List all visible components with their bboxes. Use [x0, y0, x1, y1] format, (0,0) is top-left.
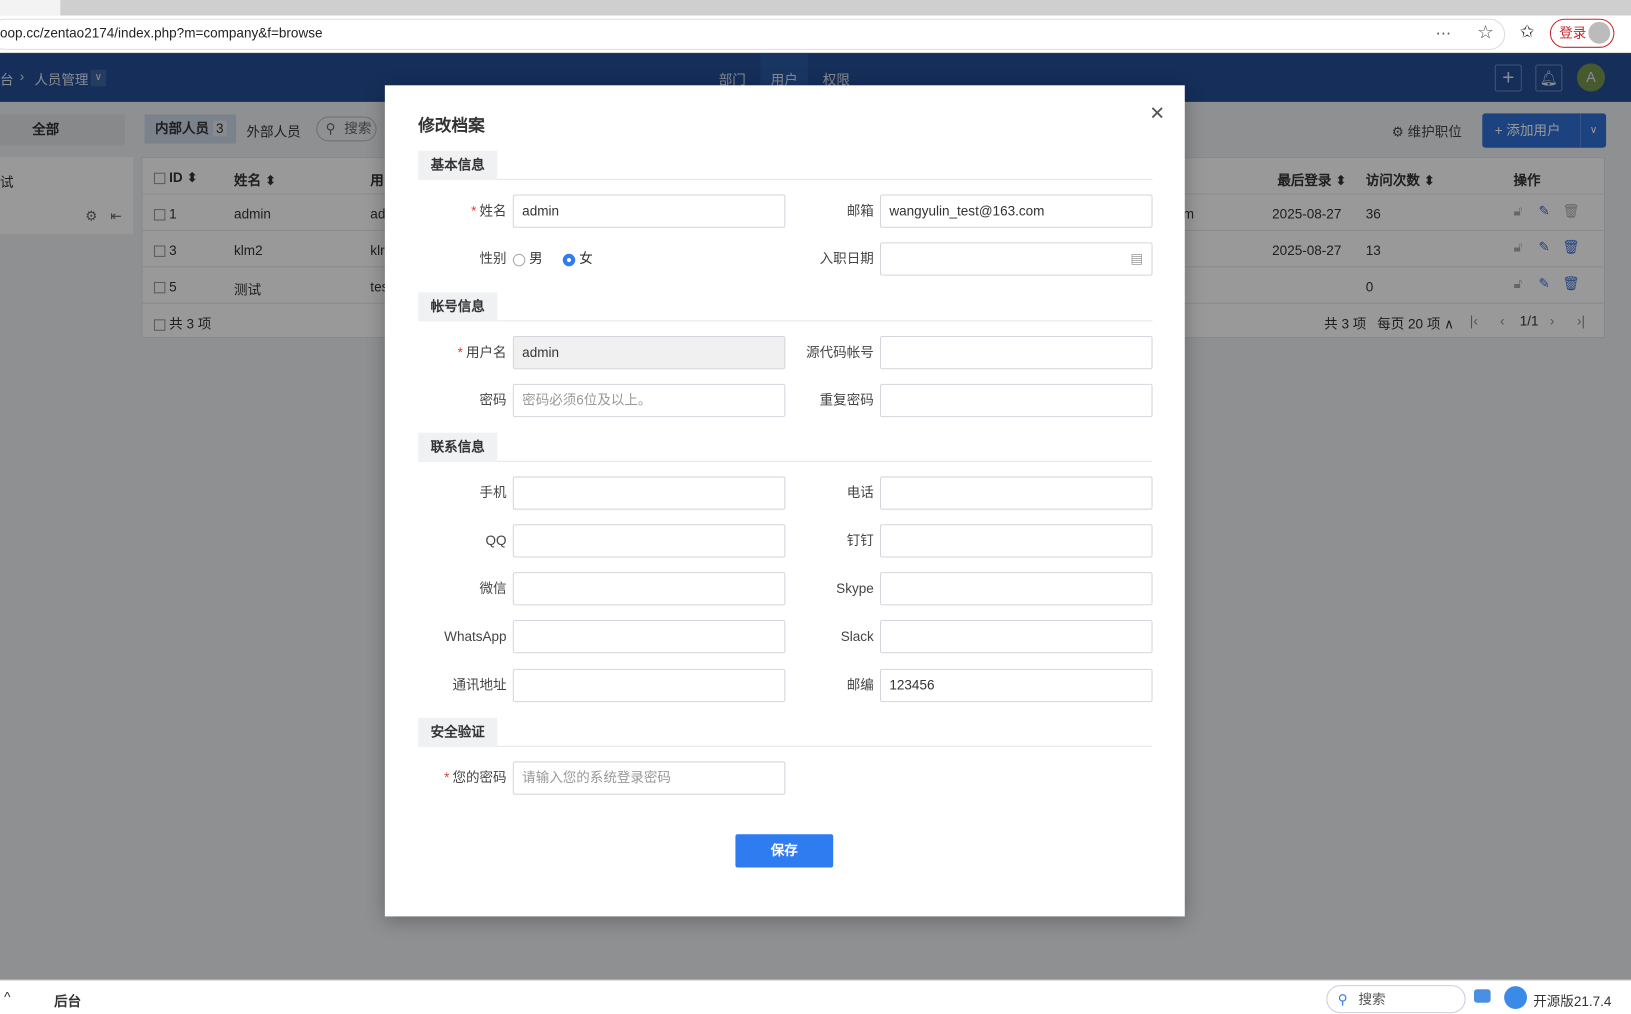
qq-input[interactable] [512, 524, 786, 558]
global-search[interactable]: ⚲ 搜索 [1326, 985, 1466, 1014]
section-security: 安全验证 [418, 717, 1153, 747]
phone-input[interactable] [880, 476, 1153, 510]
radio-female-label[interactable]: 女 [579, 251, 593, 267]
browser-tab-strip [0, 0, 1631, 16]
address-input[interactable] [512, 668, 786, 703]
skype-input[interactable] [880, 572, 1153, 606]
label-text: 用户名 [465, 344, 507, 360]
login-label: 登录 [1559, 24, 1587, 41]
save-button[interactable]: 保存 [735, 834, 834, 868]
browser-tab[interactable] [0, 0, 61, 16]
url-text[interactable]: oop.cc/zentao2174/index.php?m=company&f=… [0, 25, 323, 41]
more-icon[interactable]: ⋯ [1435, 24, 1451, 43]
radio-female[interactable] [563, 253, 576, 266]
edit-profile-modal: 修改档案 ✕ 基本信息 * 姓名 admin 邮箱 wangyulin_test@… [384, 85, 1185, 917]
skype-label: Skype [836, 580, 874, 597]
section-contact: 联系信息 [418, 432, 1153, 462]
label-text: 姓名 [479, 202, 507, 219]
profile-icon [1588, 21, 1611, 44]
version-label[interactable]: 开源版21.7.4 [1533, 990, 1611, 1010]
bottom-label[interactable]: 后台 [54, 990, 81, 1010]
zipcode-input[interactable]: 123456 [880, 668, 1153, 703]
address-label: 通讯地址 [452, 677, 507, 693]
whatsapp-label: WhatsApp [444, 628, 507, 644]
section-title: 帐号信息 [418, 292, 498, 322]
dingding-input[interactable] [880, 524, 1153, 558]
radio-male-label[interactable]: 男 [529, 251, 543, 267]
favorites-icon[interactable]: ✩ [1520, 22, 1535, 43]
section-title: 基本信息 [418, 150, 498, 180]
weixin-label: 微信 [479, 580, 507, 597]
login-button[interactable]: 登录 [1549, 18, 1615, 48]
account-label: * 用户名 [457, 344, 507, 360]
realname-input[interactable]: admin [512, 194, 786, 228]
email-input[interactable]: wangyulin_test@163.com [880, 194, 1153, 228]
verify-password-label: * 您的密码 [444, 769, 507, 786]
realname-label: * 姓名 [471, 202, 507, 219]
chevron-up-icon[interactable]: ^ [4, 989, 10, 1005]
gender-label: 性别 [479, 250, 507, 267]
password-label: 密码 [479, 392, 507, 408]
whatsapp-input[interactable] [512, 619, 786, 654]
mobile-input[interactable] [512, 476, 786, 510]
close-icon[interactable]: ✕ [1149, 103, 1165, 125]
email-label: 邮箱 [846, 202, 874, 219]
password2-label: 重复密码 [819, 392, 874, 408]
account-input: admin [512, 335, 786, 370]
join-date-input[interactable]: ▤ [880, 242, 1153, 276]
global-search-label: 搜索 [1358, 991, 1386, 1007]
qq-label: QQ [485, 532, 507, 549]
bottom-bar: ^ 后台 ⚲ 搜索 开源版21.7.4 [0, 979, 1631, 1014]
join-date-label: 入职日期 [819, 250, 874, 267]
zentao-logo-icon [1504, 986, 1528, 1009]
label-text: 您的密码 [452, 769, 507, 786]
calendar-icon[interactable]: ▤ [1130, 243, 1143, 274]
gender-radio-group: 男 女 [512, 251, 593, 267]
section-title: 联系信息 [418, 432, 498, 462]
section-account: 帐号信息 [418, 292, 1153, 322]
section-title: 安全验证 [418, 717, 498, 747]
search-icon: ⚲ [1337, 991, 1348, 1007]
chat-icon[interactable] [1473, 989, 1491, 1003]
slack-input[interactable] [880, 619, 1153, 654]
weixin-input[interactable] [512, 572, 786, 606]
phone-label: 电话 [846, 484, 874, 501]
zipcode-label: 邮编 [846, 677, 874, 693]
commiter-label: 源代码帐号 [806, 344, 874, 360]
address-bar-area: oop.cc/zentao2174/index.php?m=company&f=… [0, 15, 1631, 54]
radio-male[interactable] [512, 253, 526, 266]
section-basic: 基本信息 [418, 150, 1153, 180]
verify-password-input[interactable]: 请输入您的系统登录密码 [512, 761, 786, 795]
commiter-input[interactable] [880, 335, 1153, 370]
password-input[interactable]: 密码必须6位及以上。 [512, 383, 786, 418]
mobile-label: 手机 [479, 484, 507, 501]
password2-input[interactable] [880, 383, 1153, 418]
slack-label: Slack [840, 628, 874, 644]
dingding-label: 钉钉 [846, 532, 874, 549]
modal-title: 修改档案 [418, 117, 485, 136]
star-icon[interactable]: ☆ [1477, 22, 1494, 44]
